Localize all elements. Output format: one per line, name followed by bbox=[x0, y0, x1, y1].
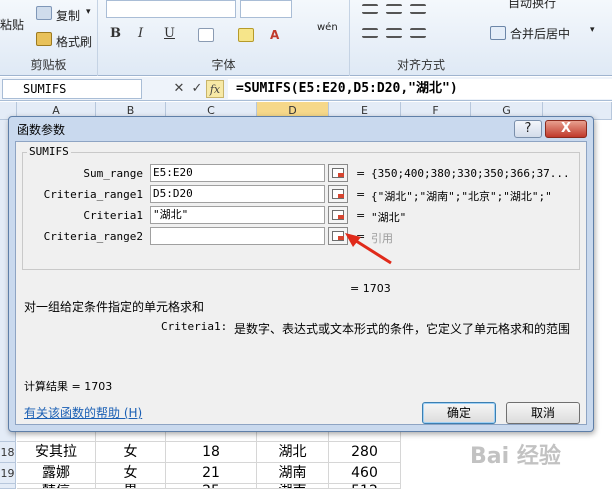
bold-button[interactable]: B bbox=[110, 26, 121, 41]
alignment-group-label: 对齐方式 bbox=[396, 58, 445, 72]
formula-result-line: = 1703 bbox=[350, 282, 391, 295]
align-right-icon[interactable] bbox=[410, 28, 426, 38]
collapse-dialog-icon[interactable] bbox=[328, 185, 348, 203]
criteria-range1-label: Criteria_range1 bbox=[43, 188, 143, 201]
annotation-arrow-icon bbox=[345, 233, 392, 265]
clipboard-group: 粘贴 复制 ▾ 格式刷 剪贴板 bbox=[0, 0, 98, 76]
function-name-label: SUMIFS bbox=[27, 145, 71, 158]
align-center-icon[interactable] bbox=[386, 28, 402, 38]
font-size-box[interactable] bbox=[240, 0, 292, 18]
dialog-body: SUMIFS Sum_range E5:E20 = {350;400;380;3… bbox=[15, 141, 587, 425]
table-cell[interactable]: 25 bbox=[166, 484, 257, 489]
table-cell[interactable]: 女 bbox=[96, 463, 166, 484]
equals-sign: = bbox=[356, 209, 366, 222]
name-box[interactable]: SUMIFS bbox=[2, 79, 142, 99]
table-cell[interactable]: 湖北 bbox=[257, 442, 329, 463]
ok-button[interactable]: 确定 bbox=[422, 402, 496, 424]
criteria1-label: Criteria1 bbox=[83, 209, 143, 222]
copy-button[interactable]: 复制 bbox=[56, 7, 80, 24]
alignment-group: 自动换行 合并后居中 ▾ 对齐方式 bbox=[350, 0, 612, 76]
help-button[interactable]: ? bbox=[514, 120, 542, 138]
collapse-dialog-icon[interactable] bbox=[328, 164, 348, 182]
formula-input[interactable]: =SUMIFS(E5:E20,D5:D20,"湖北") bbox=[228, 79, 612, 99]
criteria1-value: "湖北" bbox=[371, 211, 407, 224]
paste-button[interactable]: 粘贴 bbox=[0, 16, 24, 33]
close-button[interactable]: X bbox=[545, 120, 587, 138]
copy-icon bbox=[36, 6, 52, 20]
table-cell[interactable]: 湖南 bbox=[257, 463, 329, 484]
insert-function-button[interactable]: fx bbox=[206, 80, 224, 98]
row-header[interactable]: 20 bbox=[0, 484, 16, 489]
merge-center-button[interactable]: 合并后居中 bbox=[510, 25, 570, 42]
merge-center-icon bbox=[490, 26, 506, 40]
align-top-icon[interactable] bbox=[362, 4, 378, 14]
copy-dropdown-icon[interactable]: ▾ bbox=[86, 7, 91, 17]
criteria1-input[interactable]: "湖北" bbox=[150, 206, 325, 224]
criteria-range2-label: Criteria_range2 bbox=[43, 230, 143, 243]
function-description: 对一组给定条件指定的单元格求和 bbox=[24, 300, 205, 314]
dialog-title: 函数参数 bbox=[17, 123, 66, 137]
table-cell[interactable]: 安其拉 bbox=[17, 442, 96, 463]
font-name-box[interactable] bbox=[106, 0, 236, 18]
italic-button[interactable]: I bbox=[138, 26, 143, 41]
table-cell[interactable]: 女 bbox=[96, 442, 166, 463]
align-bottom-icon[interactable] bbox=[410, 4, 426, 14]
row-header[interactable]: 19 bbox=[0, 463, 16, 484]
criteria-range1-input[interactable]: D5:D20 bbox=[150, 185, 325, 203]
row-header[interactable]: 18 bbox=[0, 442, 16, 463]
font-group: B I U A wén 字体 bbox=[98, 0, 350, 76]
sum-range-value: {350;400;380;330;350;366;37... bbox=[371, 167, 570, 180]
criteria-range2-input[interactable] bbox=[150, 227, 325, 245]
argument-description: 是数字、表达式或文本形式的条件，它定义了单元格求和的范围 bbox=[234, 322, 571, 336]
sum-range-input[interactable]: E5:E20 bbox=[150, 164, 325, 182]
table-cell[interactable]: 韩信 bbox=[17, 484, 96, 489]
table-cell[interactable]: 512 bbox=[329, 484, 401, 489]
border-icon[interactable] bbox=[198, 28, 214, 42]
table-cell[interactable]: 男 bbox=[96, 484, 166, 489]
fill-color-icon[interactable] bbox=[238, 28, 254, 42]
align-middle-icon[interactable] bbox=[386, 4, 402, 14]
argument-desc-name: Criteria1: bbox=[161, 320, 228, 333]
format-painter-button[interactable]: 格式刷 bbox=[56, 33, 92, 50]
table-cell[interactable]: 湖南 bbox=[257, 484, 329, 489]
collapse-dialog-icon[interactable] bbox=[328, 206, 348, 224]
table-cell[interactable]: 21 bbox=[166, 463, 257, 484]
table-cell[interactable]: 460 bbox=[329, 463, 401, 484]
font-group-label: 字体 bbox=[211, 58, 236, 72]
cancel-button[interactable]: 取消 bbox=[506, 402, 580, 424]
arguments-groupbox: SUMIFS Sum_range E5:E20 = {350;400;380;3… bbox=[22, 145, 580, 270]
font-color-icon[interactable]: A bbox=[270, 28, 279, 42]
table-cell[interactable]: 18 bbox=[166, 442, 257, 463]
align-left-icon[interactable] bbox=[362, 28, 378, 38]
equals-sign: = bbox=[356, 167, 366, 180]
underline-button[interactable]: U bbox=[164, 26, 175, 41]
ribbon: 粘贴 复制 ▾ 格式刷 剪贴板 B I U A wén 字体 自动换行 合并后居… bbox=[0, 0, 612, 76]
cancel-formula-icon[interactable]: ✕ bbox=[170, 80, 188, 98]
criteria-range1-value: {"湖北";"湖南";"北京";"湖北";" bbox=[371, 190, 552, 203]
clipboard-group-label: 剪贴板 bbox=[30, 58, 67, 72]
watermark: Bai 经验 bbox=[470, 444, 561, 469]
enter-formula-icon[interactable]: ✓ bbox=[188, 80, 206, 98]
phonetic-button[interactable]: wén bbox=[317, 22, 338, 33]
sum-range-label: Sum_range bbox=[83, 167, 143, 180]
merge-dropdown-icon[interactable]: ▾ bbox=[590, 25, 595, 35]
formula-bar: SUMIFS ✕ ✓ fx =SUMIFS(E5:E20,D5:D20,"湖北"… bbox=[0, 77, 612, 101]
function-help-link[interactable]: 有关该函数的帮助 (H) bbox=[24, 404, 142, 421]
calculation-result: 计算结果 = 1703 bbox=[24, 380, 113, 393]
table-cell[interactable]: 露娜 bbox=[17, 463, 96, 484]
wrap-text-button[interactable]: 自动换行 bbox=[508, 0, 556, 11]
equals-sign: = bbox=[356, 188, 366, 201]
table-cell[interactable]: 280 bbox=[329, 442, 401, 463]
format-painter-icon bbox=[36, 32, 52, 46]
function-arguments-dialog: 函数参数 ? X SUMIFS Sum_range E5:E20 = {350;… bbox=[8, 116, 594, 432]
